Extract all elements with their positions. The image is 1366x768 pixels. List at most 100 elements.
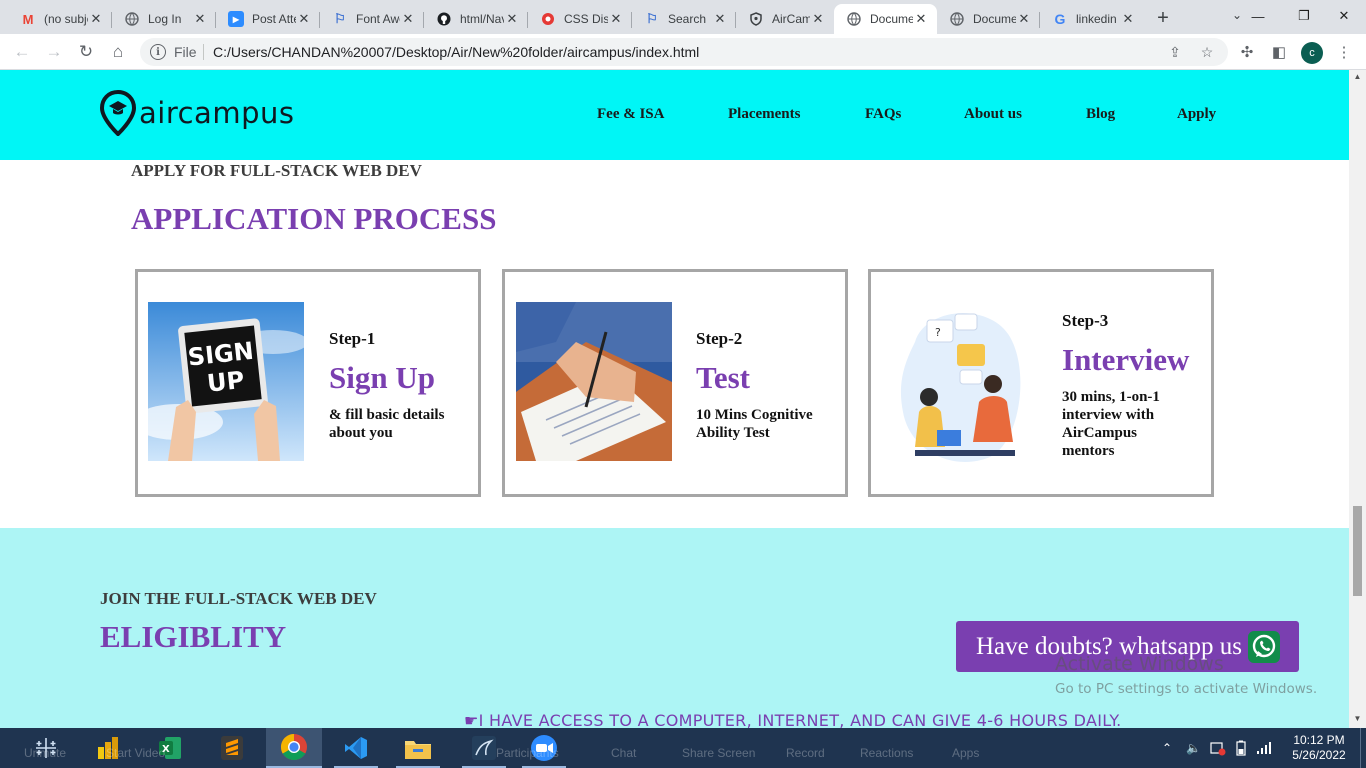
restore-icon[interactable]: ❐	[1282, 0, 1326, 32]
forward-arrow-icon[interactable]: →	[42, 40, 66, 64]
step-description: & fill basic details about you	[329, 407, 445, 441]
tab-label: CSS Display	[564, 12, 608, 26]
wifi-signal-icon[interactable]	[1256, 728, 1272, 768]
ghost-unmute-label: Unmute	[24, 746, 67, 760]
step-number: Step-2	[696, 329, 743, 348]
nav-apply[interactable]: Apply	[1177, 106, 1216, 123]
sublime-text-icon[interactable]	[206, 728, 258, 768]
tab-label: AirCampus	[772, 12, 810, 26]
step-card-test: Step-2 Test 10 Mins Cognitive Ability Te…	[502, 269, 848, 497]
tab-label: Document	[870, 12, 913, 26]
check-hand-icon: ☛	[464, 711, 479, 728]
battery-icon[interactable]	[1234, 728, 1248, 768]
close-icon[interactable]: ✕	[504, 11, 520, 27]
menu-kebab-icon[interactable]: ⋮	[1334, 42, 1354, 62]
minimize-icon[interactable]: —	[1236, 0, 1280, 32]
eligibility-eyebrow: JOIN THE FULL-STACK WEB DEV	[100, 589, 377, 608]
page-scrollbar[interactable]: ▲ ▼	[1349, 70, 1366, 728]
file-explorer-icon[interactable]	[390, 728, 446, 768]
tab-linkedin-search[interactable]: G linkedin ✕	[1040, 4, 1144, 34]
tab-search[interactable]: ⚐ Search ✕	[632, 4, 736, 34]
step-description: 30 mins, 1-on-1 interview with AirCampus…	[1062, 389, 1160, 459]
ghost-start-video-label: Start Video	[106, 746, 166, 760]
close-icon[interactable]: ✕	[88, 11, 104, 27]
tab-css-display[interactable]: CSS Display ✕	[528, 4, 632, 34]
watermark-title: Activate Windows	[1055, 653, 1224, 675]
clock-date: 5/26/2022	[1292, 748, 1346, 762]
browser-toolbar: ← → ↻ ⌂ i File C:/Users/CHANDAN%20007/De…	[0, 34, 1366, 70]
tab-label: Log In	[148, 12, 182, 26]
tab-label: linkedin	[1076, 12, 1117, 26]
profile-avatar[interactable]: c	[1301, 42, 1323, 64]
new-tab-plus-icon[interactable]: +	[1151, 6, 1175, 30]
criterion-text: I have access to a computer, internet, a…	[478, 711, 1122, 728]
close-icon[interactable]: ✕	[192, 11, 208, 27]
tab-aircampus[interactable]: AirCampus ✕	[736, 4, 834, 34]
svg-text:?: ?	[935, 326, 941, 339]
tab-github[interactable]: html/Navbar ✕	[424, 4, 528, 34]
nav-placements[interactable]: Placements	[728, 106, 800, 123]
close-icon[interactable]: ✕	[810, 11, 826, 27]
flag-icon: ⚐	[646, 11, 658, 26]
close-icon[interactable]: ✕	[712, 11, 728, 27]
address-bar[interactable]: i File C:/Users/CHANDAN%20007/Desktop/Ai…	[140, 38, 1228, 66]
close-icon[interactable]: ✕	[608, 11, 624, 27]
up-text: UP	[206, 366, 246, 398]
browser-tab-strip: M (no subject) ✕ Log In ✕ ▶ Post Attende…	[0, 0, 1366, 34]
location-pin-cap-icon	[99, 90, 137, 136]
scroll-down-arrow-icon[interactable]: ▼	[1353, 714, 1362, 723]
tab-document[interactable]: Document ✕	[937, 4, 1040, 34]
aircampus-logo[interactable]: aircampus	[99, 90, 294, 136]
tab-font-awesome[interactable]: ⚐ Font Awesome ✕	[320, 4, 424, 34]
logo-wordmark: aircampus	[139, 96, 295, 130]
tab-login[interactable]: Log In ✕	[112, 4, 216, 34]
nav-fee-isa[interactable]: Fee & ISA	[597, 106, 665, 123]
share-icon[interactable]: ⇪	[1166, 43, 1184, 61]
step-card-signup: SIGN UP Step-1 Sign Up & fill basic deta…	[135, 269, 481, 497]
nav-faqs[interactable]: FAQs	[865, 106, 901, 123]
interview-illustration: ?	[895, 302, 1025, 462]
close-icon[interactable]: ✕	[913, 11, 929, 27]
bookmark-star-icon[interactable]: ☆	[1198, 43, 1216, 61]
tab-gmail[interactable]: M (no subject) ✕	[8, 4, 112, 34]
signup-illustration: SIGN UP	[148, 302, 304, 461]
vscode-icon[interactable]	[328, 728, 384, 768]
side-panel-icon[interactable]: ◧	[1269, 42, 1289, 62]
application-eyebrow: APPLY FOR FULL-STACK WEB DEV	[131, 161, 422, 180]
tab-label: (no subject)	[44, 12, 88, 26]
site-info-icon[interactable]: i	[150, 44, 166, 60]
zoom-icon: ▶	[228, 11, 244, 27]
tab-label: html/Navbar	[460, 12, 504, 26]
extensions-puzzle-icon[interactable]: ✣	[1237, 42, 1257, 62]
globe-icon	[846, 11, 862, 27]
gmail-icon: M	[22, 11, 34, 27]
close-icon[interactable]: ✕	[400, 11, 416, 27]
ghost-apps-label: Apps	[952, 746, 980, 760]
chrome-icon[interactable]	[266, 728, 322, 768]
nav-about-us[interactable]: About us	[964, 106, 1022, 123]
home-icon[interactable]: ⌂	[106, 40, 130, 64]
show-desktop-button[interactable]	[1360, 728, 1366, 768]
tab-document-active[interactable]: Document ✕	[834, 4, 937, 34]
flag-icon: ⚐	[334, 11, 346, 26]
window-close-icon[interactable]: ✕	[1322, 0, 1366, 32]
tab-post-attendee[interactable]: ▶ Post Attendee ✕	[216, 4, 320, 34]
step-title: Sign Up	[329, 360, 435, 395]
close-icon[interactable]: ✕	[1120, 11, 1136, 27]
nav-blog[interactable]: Blog	[1086, 106, 1115, 123]
volume-icon[interactable]: 🔈	[1186, 728, 1201, 768]
scrollbar-thumb[interactable]	[1353, 506, 1362, 596]
close-icon[interactable]: ✕	[296, 11, 312, 27]
show-hidden-icons-chevron[interactable]: ⌃	[1162, 728, 1172, 768]
scroll-up-arrow-icon[interactable]: ▲	[1353, 72, 1362, 81]
url-text[interactable]: C:/Users/CHANDAN%20007/Desktop/Air/New%2…	[213, 44, 699, 60]
system-clock[interactable]: 10:12 PM 5/26/2022	[1284, 733, 1354, 763]
network-error-icon[interactable]	[1210, 728, 1226, 768]
back-arrow-icon[interactable]: ←	[10, 40, 34, 64]
close-icon[interactable]: ✕	[1016, 11, 1032, 27]
application-heading: APPLICATION PROCESS	[131, 201, 497, 236]
globe-icon	[124, 11, 140, 27]
reload-icon[interactable]: ↻	[74, 40, 98, 64]
scheme-label: File	[174, 44, 197, 60]
step-number: Step-1	[329, 329, 376, 348]
